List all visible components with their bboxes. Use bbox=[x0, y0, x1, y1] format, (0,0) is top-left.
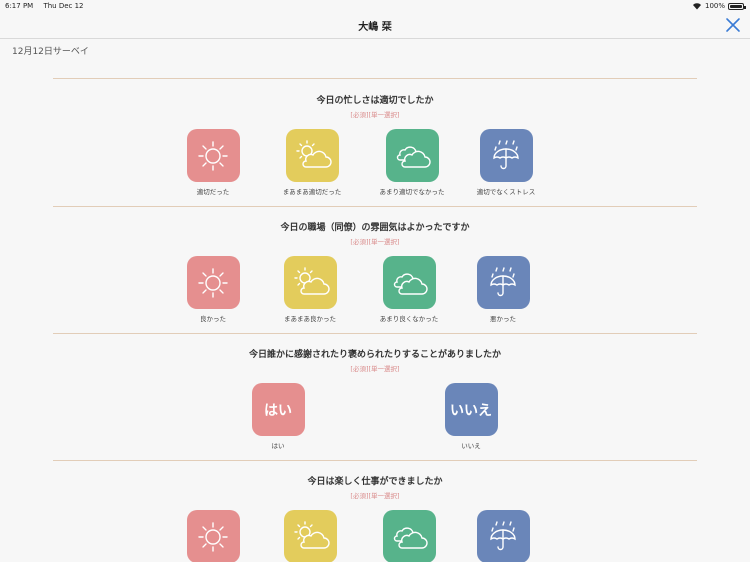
q3-option-yes[interactable]: はい はい bbox=[233, 383, 323, 450]
question-1: 今日の忙しさは適切でしたか [必須][単一選択] bbox=[53, 93, 697, 119]
divider bbox=[53, 460, 697, 461]
q4-option-1[interactable] bbox=[168, 510, 258, 562]
status-bar: 6:17 PM Thu Dec 12 100% bbox=[0, 0, 750, 12]
option-label: あまり良くなかった bbox=[379, 315, 439, 323]
option-label: 適切でなくストレス bbox=[476, 188, 536, 196]
divider bbox=[53, 206, 697, 207]
cloud-icon bbox=[396, 145, 431, 168]
question-title: 今日の忙しさは適切でしたか bbox=[316, 96, 434, 106]
q3-option-no[interactable]: いいえ いいえ bbox=[426, 383, 516, 450]
q1-option-3[interactable]: あまり適切でなかった bbox=[367, 129, 457, 196]
question-2: 今日の職場（同僚）の雰囲気はよかったですか [必須][単一選択] bbox=[53, 220, 697, 246]
status-date: Thu Dec 12 bbox=[43, 2, 84, 10]
question-required-note: [必須][単一選択] bbox=[350, 492, 400, 500]
divider bbox=[53, 333, 697, 334]
survey-date-label: 12月12日サーベイ bbox=[12, 47, 89, 57]
umbrella-rain-icon bbox=[493, 139, 519, 169]
option-label: あまり適切でなかった bbox=[379, 188, 445, 196]
sun-icon bbox=[198, 521, 228, 552]
question-required-note: [必須][単一選択] bbox=[350, 365, 400, 373]
yes-tile-text: はい bbox=[264, 402, 292, 419]
battery-percent: 100% bbox=[704, 2, 725, 10]
no-tile-text: いいえ bbox=[450, 402, 492, 419]
question-title: 今日は楽しく仕事ができましたか bbox=[307, 477, 443, 487]
question-title: 今日の職場（同僚）の雰囲気はよかったですか bbox=[280, 223, 470, 233]
partly-cloudy-icon bbox=[296, 139, 332, 168]
question-required-note: [必須][単一選択] bbox=[350, 238, 400, 246]
partly-cloudy-icon bbox=[294, 266, 330, 295]
question-3: 今日誰かに感謝されたり褒められたりすることがありましたか [必須][単一選択] bbox=[53, 347, 697, 373]
q4-option-3[interactable] bbox=[364, 510, 454, 562]
q4-option-2[interactable] bbox=[265, 510, 355, 562]
option-label: いいえ bbox=[461, 442, 481, 450]
status-time: 6:17 PM bbox=[5, 2, 34, 10]
nav-bar: 大嶋 栞 bbox=[0, 12, 750, 39]
q2-option-3[interactable]: あまり良くなかった bbox=[364, 256, 454, 323]
q1-option-4[interactable]: 適切でなくストレス bbox=[461, 129, 551, 196]
divider bbox=[53, 78, 697, 79]
option-label: 悪かった bbox=[490, 315, 516, 323]
umbrella-rain-icon bbox=[490, 266, 516, 296]
sun-icon bbox=[198, 140, 228, 171]
q1-option-2[interactable]: まあまあ適切だった bbox=[267, 129, 357, 196]
q1-option-1[interactable]: 適切だった bbox=[168, 129, 258, 196]
umbrella-rain-icon bbox=[490, 520, 516, 550]
option-label: はい bbox=[271, 442, 285, 450]
close-icon bbox=[726, 18, 740, 32]
q2-option-1[interactable]: 良かった bbox=[168, 256, 258, 323]
cloud-icon bbox=[393, 526, 428, 549]
wifi-icon bbox=[692, 3, 701, 10]
question-title: 今日誰かに感謝されたり褒められたりすることがありましたか bbox=[248, 350, 501, 360]
option-label: まあまあ良かった bbox=[284, 315, 336, 323]
cloud-icon bbox=[393, 272, 428, 295]
option-label: 適切だった bbox=[196, 188, 230, 196]
page-title: 大嶋 栞 bbox=[358, 22, 392, 33]
battery-icon bbox=[728, 2, 746, 10]
option-label: まあまあ適切だった bbox=[282, 188, 342, 196]
q2-option-4[interactable]: 悪かった bbox=[458, 256, 548, 323]
question-required-note: [必須][単一選択] bbox=[350, 111, 400, 119]
sun-icon bbox=[198, 267, 228, 298]
partly-cloudy-icon bbox=[294, 520, 330, 549]
option-label: 良かった bbox=[200, 315, 226, 323]
q4-option-4[interactable] bbox=[458, 510, 548, 562]
close-button[interactable] bbox=[724, 16, 742, 34]
q2-option-2[interactable]: まあまあ良かった bbox=[265, 256, 355, 323]
question-4: 今日は楽しく仕事ができましたか [必須][単一選択] bbox=[53, 474, 697, 500]
